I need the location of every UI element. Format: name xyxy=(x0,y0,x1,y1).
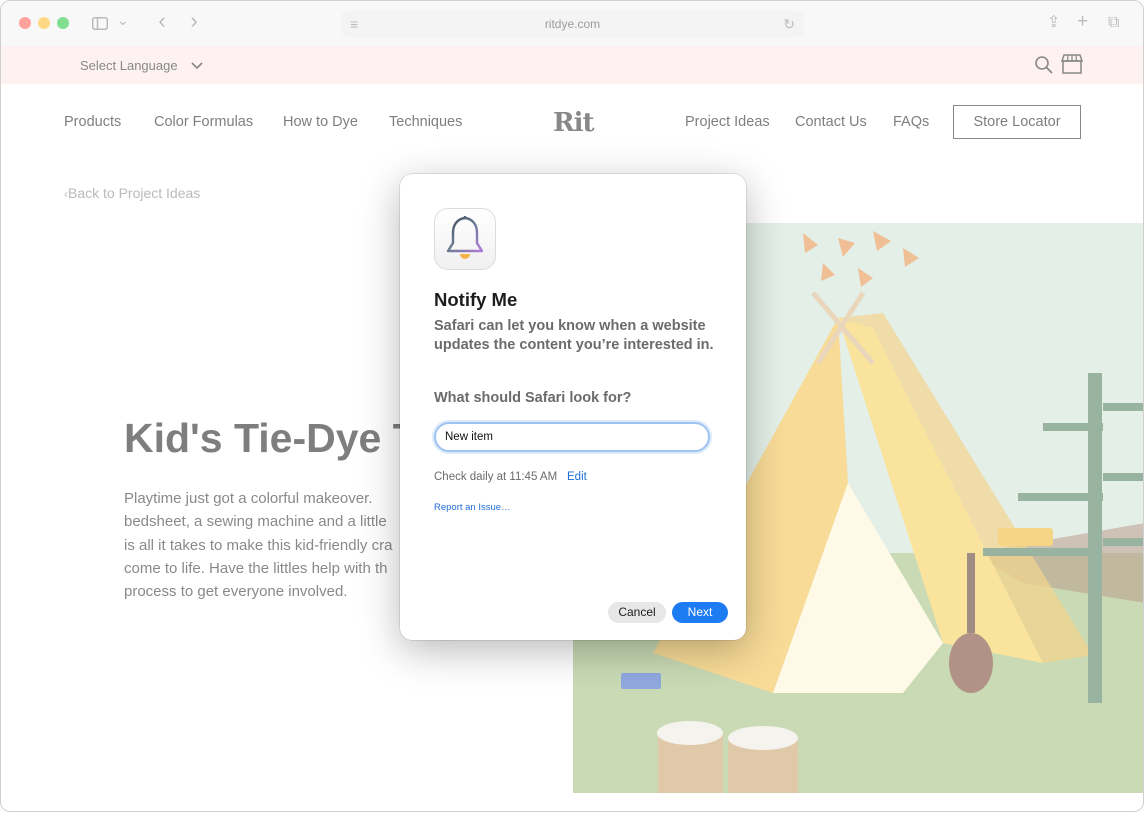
cancel-button[interactable]: Cancel xyxy=(608,602,666,623)
browser-window: ⌄ ‹ › ≡ ritdye.com ↻ ⇪ + ⧉ Select Langua… xyxy=(0,0,1144,812)
bell-icon xyxy=(446,216,484,259)
next-button[interactable]: Next xyxy=(672,602,728,623)
look-for-input[interactable] xyxy=(434,422,710,452)
notify-me-dialog: Notify Me Safari can let you know when a… xyxy=(400,174,746,640)
report-issue-link[interactable]: Report an Issue… xyxy=(434,502,511,513)
notification-app-icon xyxy=(434,208,496,270)
dialog-question: What should Safari look for? xyxy=(434,390,632,406)
dialog-title: Notify Me xyxy=(434,289,518,310)
check-schedule-text: Check daily at 11:45 AM xyxy=(434,471,558,483)
dialog-description: Safari can let you know when a website u… xyxy=(434,318,714,353)
edit-schedule-link[interactable]: Edit xyxy=(567,471,587,483)
